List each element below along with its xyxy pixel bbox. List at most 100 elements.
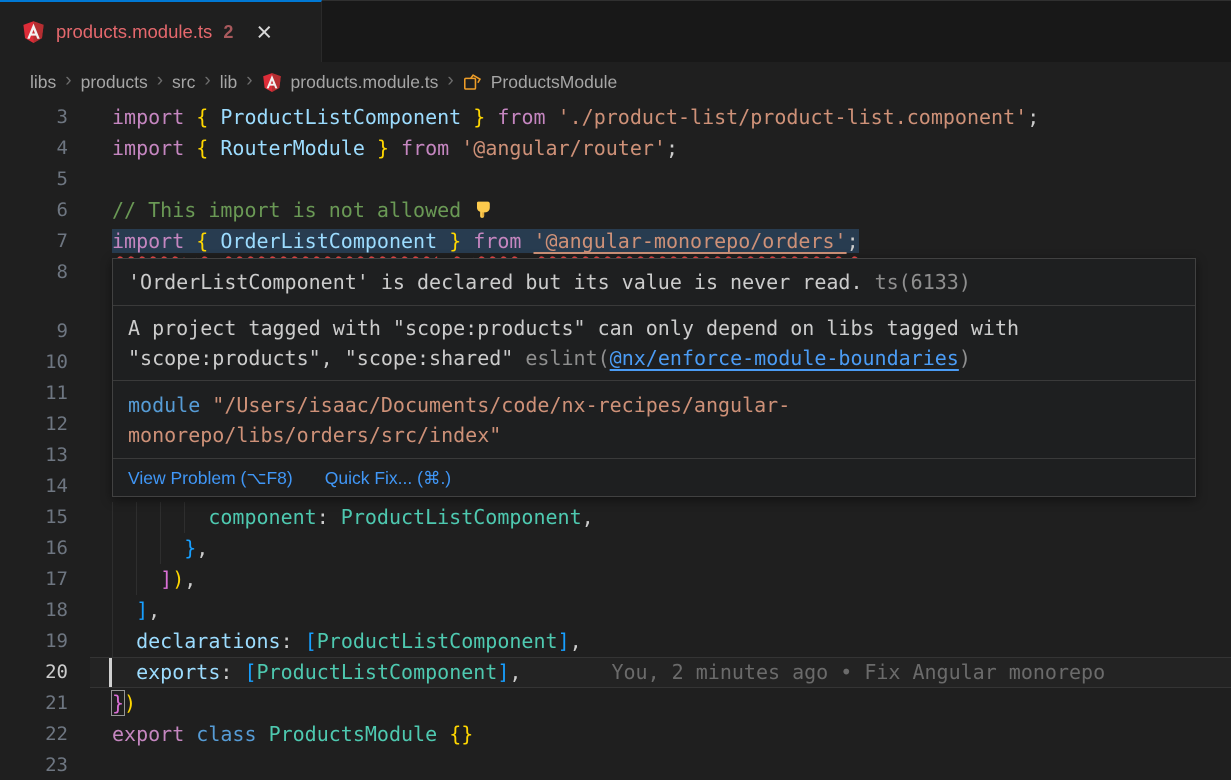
line-content: import { ProductListComponent } from './…: [90, 102, 1231, 133]
breadcrumb-item-lib[interactable]: lib: [220, 72, 238, 93]
token-id: RouterModule: [220, 136, 365, 160]
token-type: ProductListComponent: [341, 505, 582, 529]
breadcrumb-item-products[interactable]: products: [81, 72, 148, 93]
line-content: import { OrderListComponent } from '@ang…: [90, 226, 1231, 257]
indent-guide: [112, 564, 113, 595]
git-blame-annotation: You, 2 minutes ago • Fix Angular monorep…: [611, 660, 1105, 684]
chevron-right-icon: ›: [246, 70, 252, 92]
token-pun: ;: [1027, 105, 1039, 129]
module-keyword: module: [128, 393, 200, 417]
matched-bracket: }: [112, 691, 124, 715]
token-b1: }: [473, 105, 485, 129]
token-b3: ]: [497, 660, 509, 684]
code-line-18[interactable]: 18 ],: [0, 595, 1231, 626]
code-line-15[interactable]: 15 component: ProductListComponent,: [0, 502, 1231, 533]
breadcrumb-item-file[interactable]: products.module.ts: [291, 72, 439, 93]
token-b1: ): [124, 691, 136, 715]
line-content: }): [90, 688, 1231, 719]
code-line-7[interactable]: 7import { OrderListComponent } from '@an…: [0, 226, 1231, 257]
line-number: 20: [0, 657, 90, 688]
code-line-23[interactable]: 23: [0, 750, 1231, 780]
token-pun: [437, 229, 449, 253]
token-pun: ,: [184, 567, 196, 591]
line-number: 15: [0, 502, 90, 533]
line-content: declarations: [ProductListComponent],: [90, 626, 1231, 657]
code-line-17[interactable]: 17 ]),: [0, 564, 1231, 595]
close-icon[interactable]: ×: [256, 22, 272, 42]
indent-guide: [136, 564, 137, 595]
token-pun: ,: [570, 629, 582, 653]
line-number: 14: [0, 471, 90, 502]
tab-products-module[interactable]: products.module.ts 2 ×: [0, 0, 322, 62]
line-number: 6: [0, 195, 90, 226]
class-symbol-icon: [463, 73, 482, 92]
line-number: 5: [0, 164, 90, 195]
module-path-line2: monorepo/libs/orders/src/index": [128, 423, 501, 447]
code-line-3[interactable]: 3import { ProductListComponent } from '.…: [0, 102, 1231, 133]
line-number: 16: [0, 533, 90, 564]
indent-guide: [112, 533, 113, 564]
line-content: [90, 750, 1231, 780]
indent-guide: [136, 502, 137, 533]
token-pun: :: [220, 660, 244, 684]
token-b3: [: [305, 629, 317, 653]
line-number: 12: [0, 409, 90, 440]
code-line-5[interactable]: 5: [0, 164, 1231, 195]
token-strlink: '@angular-monorepo/orders': [534, 229, 847, 253]
code-line-20[interactable]: 20 exports: [ProductListComponent],You, …: [0, 657, 1231, 688]
tab-error-count-badge: 2: [223, 22, 233, 43]
code-line-4[interactable]: 4import { RouterModule } from '@angular/…: [0, 133, 1231, 164]
line-number: 3: [0, 102, 90, 133]
token-pun: ,: [148, 598, 160, 622]
code-line-16[interactable]: 16 },: [0, 533, 1231, 564]
token-pun: [437, 722, 449, 746]
token-pun: ,: [196, 536, 208, 560]
indent-guide: [160, 533, 161, 564]
token-pun: [184, 722, 196, 746]
token-pun: [449, 136, 461, 160]
token-pun: [365, 136, 377, 160]
token-type: component: [208, 505, 316, 529]
angular-icon: [262, 72, 282, 93]
breadcrumb: libs › products › src › lib › products.m…: [0, 62, 1231, 102]
token-b3: [: [244, 660, 256, 684]
token-pun: ;: [847, 229, 859, 253]
breadcrumb-item-src[interactable]: src: [172, 72, 195, 93]
problem-hover-popup: 'OrderListComponent' is declared but its…: [112, 258, 1196, 497]
token-b2: ]: [160, 567, 172, 591]
breadcrumb-item-symbol[interactable]: ProductsModule: [491, 72, 617, 93]
token-pun: [184, 105, 196, 129]
token-pun: [184, 136, 196, 160]
token-b1: }: [449, 229, 461, 253]
code-line-22[interactable]: 22export class ProductsModule {}: [0, 719, 1231, 750]
view-problem-button[interactable]: View Problem (⌥F8): [128, 463, 293, 494]
line-content: ],: [90, 595, 1231, 626]
token-pun: [485, 105, 497, 129]
eslint-rule-link[interactable]: @nx/enforce-module-boundaries: [610, 346, 959, 370]
token-kw: from: [473, 229, 521, 253]
token-cmt: // This import is not allowed: [112, 198, 473, 222]
token-pun: [461, 229, 473, 253]
token-b3: }: [184, 536, 196, 560]
ts-error-code: ts(6133): [875, 267, 971, 298]
line-number: 21: [0, 688, 90, 719]
indent-guide: [136, 533, 137, 564]
token-b1: }: [377, 136, 389, 160]
token-b3: ]: [136, 598, 148, 622]
token-ws: [112, 660, 136, 684]
token-pun: [521, 229, 533, 253]
indent-guide: [160, 502, 161, 533]
module-path-row: module "/Users/isaac/Documents/code/nx-r…: [113, 381, 1195, 458]
token-pun: [208, 105, 220, 129]
code-line-19[interactable]: 19 declarations: [ProductListComponent],: [0, 626, 1231, 657]
line-number: 23: [0, 750, 90, 780]
breadcrumb-item-libs[interactable]: libs: [30, 72, 56, 93]
token-pun: ;: [666, 136, 678, 160]
code-line-21[interactable]: 21}): [0, 688, 1231, 719]
text-cursor: [109, 658, 112, 687]
chevron-right-icon: ›: [157, 70, 163, 92]
code-line-6[interactable]: 6 // This import is not allowed: [0, 195, 1231, 226]
quick-fix-button[interactable]: Quick Fix... (⌘.): [325, 463, 451, 494]
line-number: 18: [0, 595, 90, 626]
line-number: 9: [0, 316, 90, 347]
